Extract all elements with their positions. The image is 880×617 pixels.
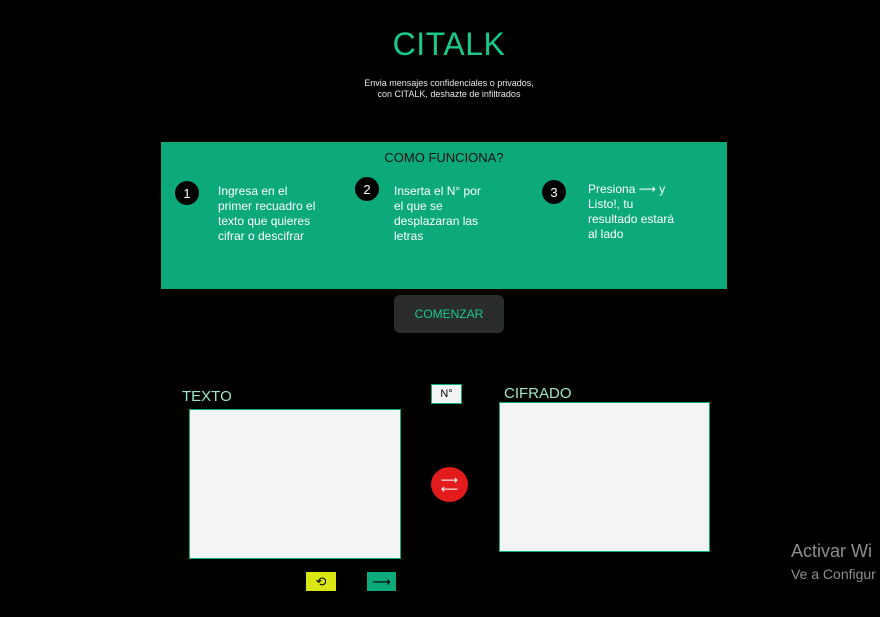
arrow-right-icon: ⟶ [372, 573, 391, 589]
step-1-text: Ingresa en el primer recuadro el texto q… [218, 184, 316, 243]
input-label: TEXTO [182, 388, 232, 405]
step-3-number: 3 [542, 180, 566, 204]
step-3-text: Presiona ⟶ y Listo!, tu resultado estará… [588, 182, 675, 241]
subtitle-line-1: Envia mensajes confidenciales o privados… [364, 78, 534, 88]
subtitle-line-2: con CITALK, deshazte de infiltrados [377, 89, 521, 99]
reset-button[interactable]: ⟲ [306, 572, 336, 591]
output-label: CIFRADO [504, 385, 572, 402]
step-2-text: Inserta el N° por el que se desplazaran … [394, 184, 481, 243]
refresh-icon: ⟲ [315, 573, 327, 589]
swap-arrows-icon[interactable]: ⟶ ⟵ [431, 467, 468, 502]
app-title: CITALK [392, 26, 506, 62]
output-text-area[interactable] [499, 402, 710, 552]
app-subtitle: Envia mensajes confidenciales o privados… [0, 78, 880, 100]
shift-number-input[interactable]: N° [431, 384, 462, 404]
how-it-works-title: COMO FUNCIONA? [384, 150, 504, 165]
activation-watermark-subtitle: Ve a Configur [791, 566, 876, 582]
step-1-number: 1 [175, 181, 199, 205]
encrypt-button[interactable]: ⟶ [367, 572, 396, 591]
input-text-area[interactable] [189, 409, 401, 559]
activation-watermark-title: Activar Wi [791, 541, 872, 561]
step-2-number: 2 [355, 177, 379, 201]
start-button[interactable]: COMENZAR [394, 295, 504, 333]
how-it-works-panel: COMO FUNCIONA? 1 Ingresa en el primer re… [161, 142, 727, 289]
